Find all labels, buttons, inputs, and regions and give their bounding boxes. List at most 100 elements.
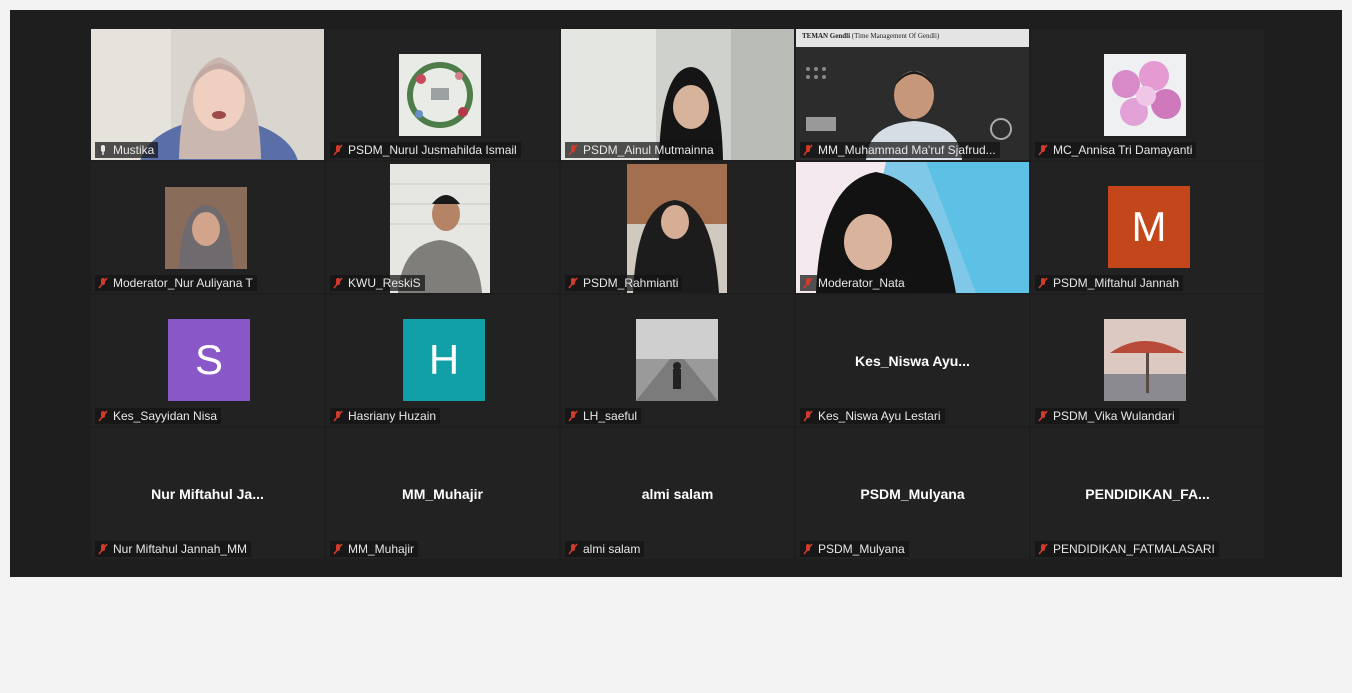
mic-muted-icon	[568, 277, 578, 289]
video-tile-psdm-ainul[interactable]: PSDM_Ainul Mutmainna	[561, 29, 794, 160]
mic-muted-icon	[803, 144, 813, 156]
participant-name: MC_Annisa Tri Damayanti	[1053, 143, 1193, 157]
participant-name-label: PSDM_Miftahul Jannah	[1035, 275, 1184, 291]
mic-muted-icon	[1038, 144, 1048, 156]
video-tile-lh-saeful[interactable]: LH_saeful	[561, 295, 794, 426]
participant-display-name: PSDM_Mulyana	[860, 486, 965, 502]
participant-name-label: MM_Muhajir	[330, 541, 419, 557]
participant-name-label: Nur Miftahul Jannah_MM	[95, 541, 252, 557]
participant-name-label: PSDM_Mulyana	[800, 541, 909, 557]
mic-muted-icon	[1038, 410, 1048, 422]
participant-name-label: Mustika	[95, 142, 159, 158]
participant-name: PSDM_Rahmianti	[583, 276, 679, 290]
participant-name-label: PSDM_Ainul Mutmainna	[565, 142, 718, 158]
profile-picture	[399, 54, 481, 136]
participant-name-label: PSDM_Vika Wulandari	[1035, 408, 1179, 424]
video-tile-hasriany[interactable]: H Hasriany Huzain	[326, 295, 559, 426]
participant-name: Mustika	[113, 143, 155, 157]
participant-name: PSDM_Miftahul Jannah	[1053, 276, 1180, 290]
mic-muted-icon	[568, 410, 578, 422]
video-tile-kes-sayyidan[interactable]: S Kes_Sayyidan Nisa	[91, 295, 324, 426]
video-tile-mc-annisa[interactable]: MC_Annisa Tri Damayanti	[1031, 29, 1264, 160]
avatar: H	[403, 319, 485, 401]
participant-display-name: almi salam	[641, 486, 714, 502]
participant-name-label: PSDM_Rahmianti	[565, 275, 683, 291]
video-tile-psdm-nurul[interactable]: PSDM_Nurul Jusmahilda Ismail	[326, 29, 559, 160]
video-tile-moderator-nur[interactable]: Moderator_Nur Auliyana T	[91, 162, 324, 293]
participant-name: PSDM_Nurul Jusmahilda Ismail	[348, 143, 517, 157]
participant-name-label: Moderator_Nur Auliyana T	[95, 275, 257, 291]
profile-picture	[1104, 319, 1186, 401]
video-tile-kwu-reskis[interactable]: KWU_ReskiS	[326, 162, 559, 293]
mic-muted-icon	[333, 410, 343, 422]
participant-name: LH_saeful	[583, 409, 638, 423]
video-tile-mm-muhammad[interactable]: TEMAN Gendli (Time Management Of Gendli)…	[796, 29, 1029, 160]
video-tile-moderator-nata[interactable]: Moderator_Nata	[796, 162, 1029, 293]
participant-name-label: Moderator_Nata	[800, 275, 909, 291]
video-tile-mm-muhajir[interactable]: MM_Muhajir MM_Muhajir	[326, 428, 559, 559]
avatar: M	[1108, 186, 1190, 268]
mic-muted-icon	[803, 410, 813, 422]
participant-name-label: Kes_Niswa Ayu Lestari	[800, 408, 945, 424]
participant-name: PENDIDIKAN_FATMALASARI	[1053, 542, 1215, 556]
participant-display-name: Kes_Niswa Ayu...	[855, 353, 970, 369]
participant-video	[561, 29, 794, 160]
mic-muted-icon	[803, 277, 813, 289]
video-tile-psdm-mulyana[interactable]: PSDM_Mulyana PSDM_Mulyana	[796, 428, 1029, 559]
participant-name: PSDM_Mulyana	[818, 542, 905, 556]
video-tile-pendidikan-fatmalasari[interactable]: PENDIDIKAN_FA... PENDIDIKAN_FATMALASARI	[1031, 428, 1264, 559]
mic-muted-icon	[333, 543, 343, 555]
video-tile-almi-salam[interactable]: almi salam almi salam	[561, 428, 794, 559]
mic-muted-icon	[1038, 277, 1048, 289]
meeting-window: Mustika PSDM_Nurul Jusmahilda Ismail PSD…	[10, 10, 1342, 577]
video-tile-psdm-rahmianti[interactable]: PSDM_Rahmianti	[561, 162, 794, 293]
participant-name: MM_Muhajir	[348, 542, 415, 556]
profile-picture	[1104, 54, 1186, 136]
participant-name: PSDM_Ainul Mutmainna	[583, 143, 714, 157]
gallery-grid: Mustika PSDM_Nurul Jusmahilda Ismail PSD…	[90, 28, 1265, 693]
video-tile-kes-niswa[interactable]: Kes_Niswa Ayu... Kes_Niswa Ayu Lestari	[796, 295, 1029, 426]
participant-video: TEMAN Gendli (Time Management Of Gendli)	[796, 29, 1029, 160]
mic-muted-icon	[98, 410, 108, 422]
mic-muted-icon	[568, 543, 578, 555]
microphone-icon	[101, 145, 105, 155]
participant-name-label: KWU_ReskiS	[330, 275, 425, 291]
mic-muted-icon	[803, 543, 813, 555]
participant-name: Moderator_Nur Auliyana T	[113, 276, 253, 290]
participant-display-name: MM_Muhajir	[402, 486, 483, 502]
participant-video	[627, 164, 727, 293]
mic-muted-icon	[98, 543, 108, 555]
participant-display-name: PENDIDIKAN_FA...	[1085, 486, 1210, 502]
profile-picture	[636, 319, 718, 401]
participant-name-label: MM_Muhammad Ma'ruf Sjafrud...	[800, 142, 1000, 158]
mic-muted-icon	[98, 277, 108, 289]
participant-name-label: LH_saeful	[565, 408, 642, 424]
video-tile-psdm-vika[interactable]: PSDM_Vika Wulandari	[1031, 295, 1264, 426]
slide-header: TEMAN Gendli (Time Management Of Gendli)	[802, 32, 940, 40]
participant-video	[91, 29, 324, 160]
participant-name: Kes_Niswa Ayu Lestari	[818, 409, 941, 423]
participant-display-name: Nur Miftahul Ja...	[151, 486, 264, 502]
participant-name: Nur Miftahul Jannah_MM	[113, 542, 248, 556]
participant-name-label: PENDIDIKAN_FATMALASARI	[1035, 541, 1219, 557]
participant-name: Moderator_Nata	[818, 276, 905, 290]
mic-muted-icon	[333, 277, 343, 289]
participant-name: Hasriany Huzain	[348, 409, 437, 423]
video-tile-psdm-miftahul[interactable]: M PSDM_Miftahul Jannah	[1031, 162, 1264, 293]
mic-muted-icon	[333, 144, 343, 156]
participant-name: Kes_Sayyidan Nisa	[113, 409, 218, 423]
participant-name-label: PSDM_Nurul Jusmahilda Ismail	[330, 142, 521, 158]
participant-video	[390, 164, 490, 293]
participant-name-label: Hasriany Huzain	[330, 408, 441, 424]
mic-muted-icon	[568, 144, 578, 156]
mic-muted-icon	[1038, 543, 1048, 555]
participant-video	[796, 162, 1029, 293]
participant-name: almi salam	[583, 542, 641, 556]
participant-name-label: Kes_Sayyidan Nisa	[95, 408, 222, 424]
participant-name-label: MC_Annisa Tri Damayanti	[1035, 142, 1197, 158]
video-tile-mustika[interactable]: Mustika	[91, 29, 324, 160]
participant-name: MM_Muhammad Ma'ruf Sjafrud...	[818, 143, 996, 157]
participant-video	[165, 187, 247, 269]
video-tile-nur-miftahul-mm[interactable]: Nur Miftahul Ja... Nur Miftahul Jannah_M…	[91, 428, 324, 559]
avatar: S	[168, 319, 250, 401]
